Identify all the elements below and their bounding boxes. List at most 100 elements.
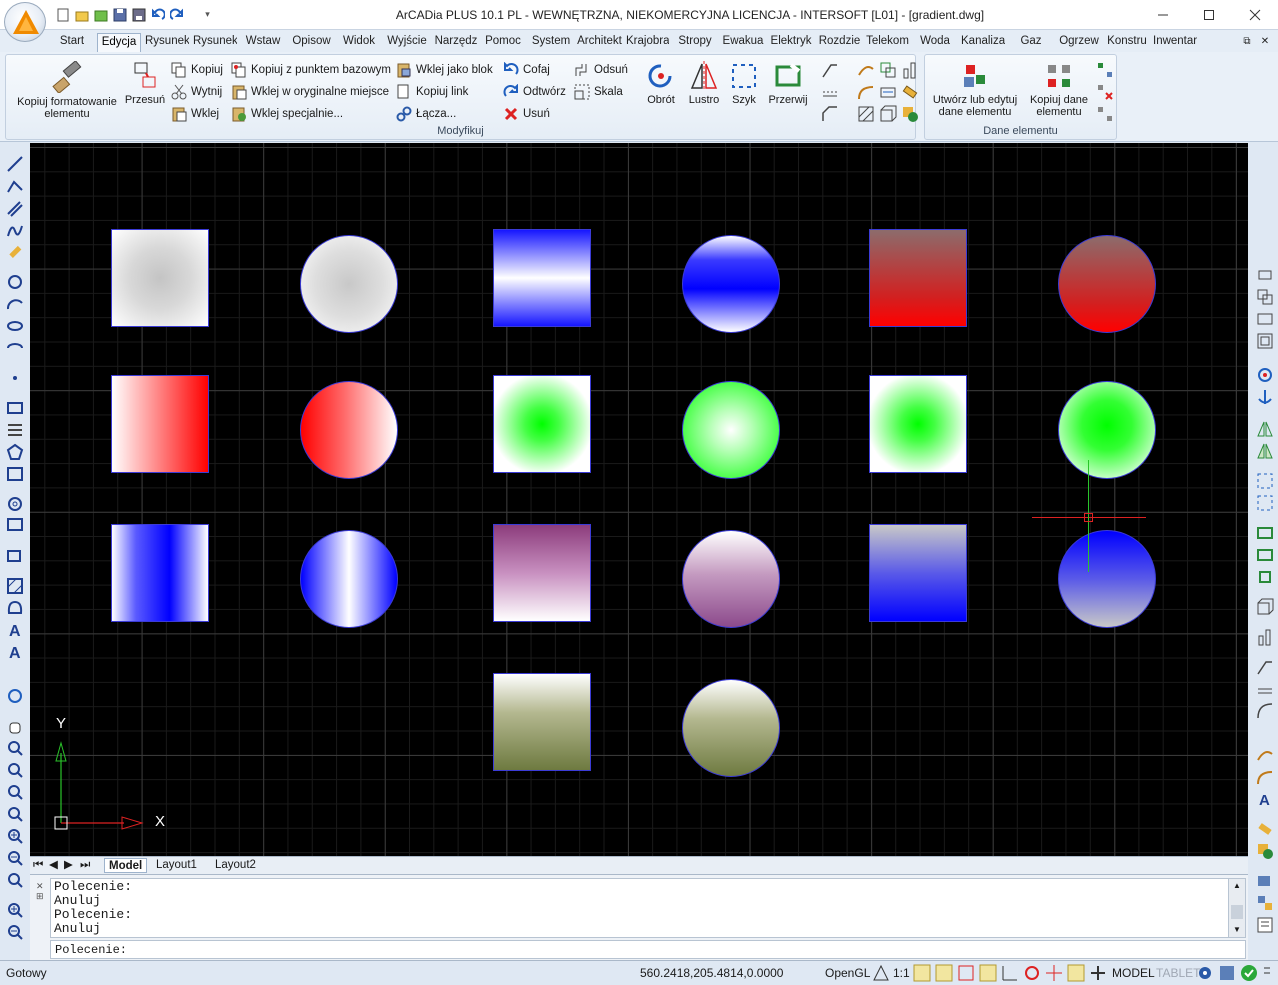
pencil-icon[interactable] [6,244,24,262]
snap-icon[interactable] [913,964,931,982]
paste-button[interactable]: Wklej [171,105,219,123]
tab-layout1[interactable]: Layout1 [156,858,197,873]
wipeout-icon[interactable] [6,547,24,565]
tab-start[interactable]: Start [56,33,88,52]
gradient-circle-blue-cylinder[interactable] [682,235,780,333]
gradient-square-green-spherical[interactable] [493,375,591,473]
cut-button[interactable]: Wytnij [171,83,222,101]
rotate-right-icon[interactable] [1256,366,1274,384]
anchor-icon[interactable] [1256,388,1274,406]
chamfer-right-icon[interactable] [1256,680,1274,698]
polygon-icon[interactable] [6,443,24,461]
grid-snap-icon[interactable] [935,964,953,982]
minimize-button[interactable] [1140,0,1186,30]
bars-icon[interactable] [901,61,919,79]
paste-original-button[interactable]: Wklej w oryginalne miejsce [231,83,389,101]
tab-telekom[interactable]: Telekom [865,33,910,52]
erase-icon[interactable] [1256,266,1274,284]
bars-right-icon[interactable] [1256,628,1274,646]
renderer-label[interactable]: OpenGL [825,966,870,980]
polyline-icon[interactable] [6,178,24,196]
ribbon-close-icon[interactable]: ✕ [1258,33,1272,52]
annotation-scale-icon[interactable] [872,964,890,982]
maximize-button[interactable] [1186,0,1232,30]
tab-rysunek-2[interactable]: Rysunek [193,33,237,52]
tab-rysunek-1[interactable]: Rysunek [145,33,189,52]
mirror-copy-icon[interactable] [1256,442,1274,460]
gradient-circle-purple-linear[interactable] [682,530,780,628]
model-space-toggle[interactable]: MODEL [1112,966,1155,980]
move-button[interactable]: Przesuń [123,61,167,106]
zoom-previous-icon[interactable] [6,783,24,801]
arc-icon[interactable] [6,295,24,313]
break-button[interactable]: Przerwij [764,61,812,106]
copy-format-button[interactable]: Kopiuj formatowanie elementu [10,61,124,120]
trim-icon[interactable] [1256,524,1274,542]
tab-narzedzia[interactable]: Narzędz [434,33,478,52]
scale-button[interactable]: Skala [574,83,623,101]
tab-elektryka[interactable]: Elektryk [769,33,813,52]
open-file-icon[interactable] [73,6,90,23]
gradient-square-grey-spherical[interactable] [111,229,209,327]
delete-button[interactable]: Usuń [503,105,550,123]
gradient-circle-blue-horizontal[interactable] [300,530,398,628]
arc-edit-icon[interactable] [1256,702,1274,720]
zoom-scale-icon[interactable] [6,923,24,941]
array-polar-icon[interactable] [1256,494,1274,512]
group-icon[interactable] [1256,894,1274,912]
tab-wstaw[interactable]: Wstaw [242,33,284,52]
gradient-square-purple-linear[interactable] [493,524,591,622]
gradient-square-blue-horizontal[interactable] [111,524,209,622]
settings-gear-icon[interactable] [1196,964,1214,982]
tab-inwentaryzacja[interactable]: Inwentar [1153,33,1197,52]
mirror-right-icon[interactable] [1256,310,1274,328]
tab-woda[interactable]: Woda [914,33,956,52]
tab-gaz[interactable]: Gaz [1009,33,1053,52]
ellipse-icon[interactable] [6,317,24,335]
data-move-icon[interactable] [1096,105,1114,123]
box-icon[interactable] [879,105,897,123]
tab-wyjscie[interactable]: Wyjście [385,33,429,52]
circle-icon[interactable] [6,273,24,291]
gradient-square-red-linear[interactable] [869,229,967,327]
line-icon[interactable] [6,155,24,173]
properties-icon[interactable] [1256,820,1274,838]
list-icon[interactable] [1256,916,1274,934]
osnap-icon[interactable] [1023,964,1041,982]
layer-icon[interactable] [1256,872,1274,890]
regen-icon[interactable] [6,687,24,705]
text-icon[interactable]: A [6,621,24,640]
stretch-icon[interactable] [879,83,897,101]
tab-system[interactable]: System [529,33,573,52]
close-button[interactable] [1232,0,1278,30]
lineweight-icon[interactable] [1089,964,1107,982]
text-edit-icon[interactable]: A [1256,790,1274,809]
prev-layout-nav[interactable]: ◀ [49,858,58,873]
tablet-toggle[interactable]: TABLET [1156,966,1200,980]
paste-special-button[interactable]: Wklej specjalnie... [231,105,343,123]
status-ok-icon[interactable] [1240,964,1258,982]
array-button[interactable]: Szyk [726,61,762,106]
zoom-dynamic-icon[interactable] [6,805,24,823]
first-layout-nav[interactable]: ⏮ [33,858,43,873]
drawing-canvas[interactable]: Y X [30,143,1248,856]
gradient-circle-green-inverted[interactable] [682,381,780,479]
rectangle-icon[interactable] [6,399,24,417]
links-button[interactable]: Łącza... [396,105,456,123]
save-as-icon[interactable] [130,6,147,23]
spline-icon[interactable] [6,222,24,240]
chamfer-icon[interactable] [821,105,839,123]
pan-hand-icon[interactable] [6,717,24,735]
command-input[interactable]: Polecenie: [50,940,1246,959]
gradient-circle-olive-linear[interactable] [682,679,780,777]
fillet-icon[interactable] [821,61,839,79]
copy-base-button[interactable]: Kopiuj z punktem bazowym [231,61,391,79]
gradient-square-olive-linear[interactable] [493,673,591,771]
offset-button[interactable]: Odsuń [574,61,628,79]
gradient-circle-red-linear[interactable] [1058,235,1156,333]
copy-objects-icon[interactable] [879,61,897,79]
ribbon-restore-icon[interactable]: ⧉ [1240,33,1254,52]
tab-rozdzielnice[interactable]: Rozdzie [817,33,862,52]
multiline-icon[interactable] [6,200,24,218]
tab-kanalizacja[interactable]: Kanalizacja [961,33,1005,52]
